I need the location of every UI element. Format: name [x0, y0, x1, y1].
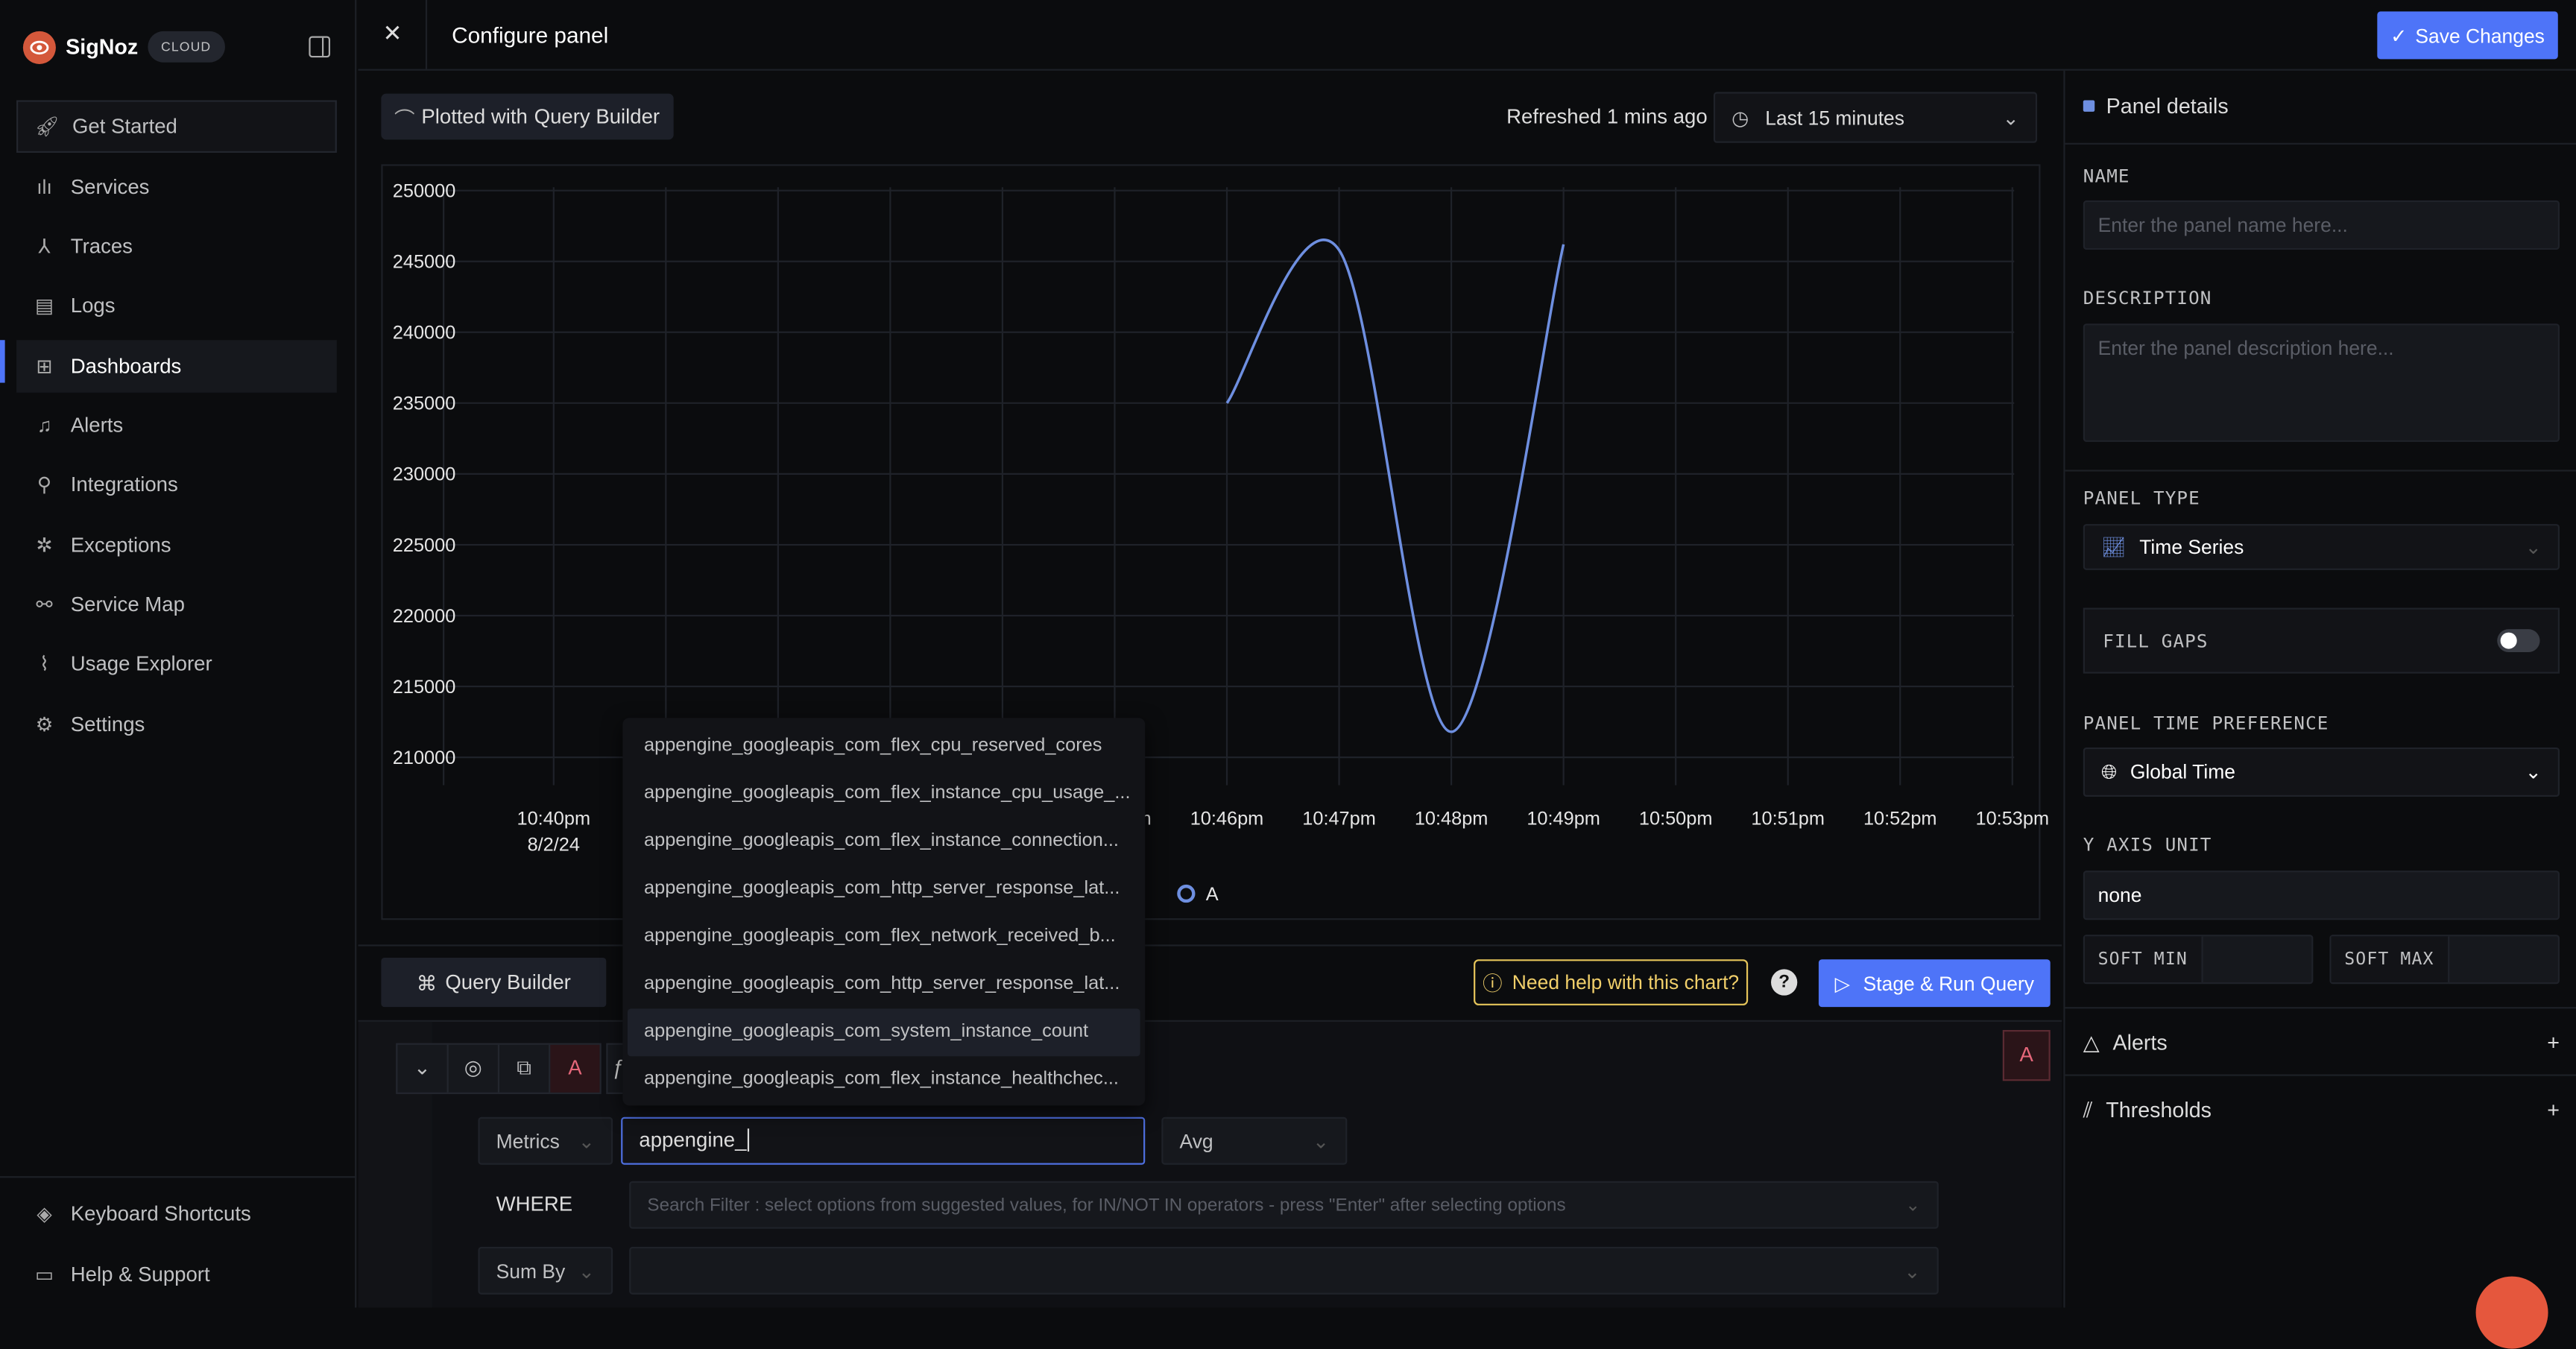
y-axis-unit-label: Y AXIS UNIT: [2083, 834, 2212, 856]
y-tick-label: 210000: [393, 748, 456, 768]
metric-option[interactable]: appengine_googleapis_com_flex_network_re…: [628, 913, 1140, 961]
metric-option[interactable]: appengine_googleapis_com_system_instance…: [627, 1008, 1140, 1057]
right-panel: Panel details NAME Enter the panel name …: [2063, 70, 2576, 1349]
query-name-badge[interactable]: A: [550, 1044, 600, 1093]
group-by-input[interactable]: ⌄: [629, 1246, 1939, 1295]
metric-name-input[interactable]: appengine_: [621, 1116, 1146, 1165]
time-preference-label: PANEL TIME PREFERENCE: [2083, 713, 2329, 735]
y-tick-label: 225000: [393, 535, 456, 556]
panel-details-title: Panel details: [2106, 93, 2229, 119]
panel-description-input[interactable]: Enter the panel description here...: [2083, 323, 2560, 442]
layers-icon: ◈: [37, 1202, 52, 1226]
legend-label: A: [1206, 884, 1219, 905]
y-axis-unit-input[interactable]: none: [2083, 871, 2560, 920]
soft-max-input[interactable]: SOFT MAX: [2329, 935, 2560, 985]
x-tick-label: 10:52pm: [1863, 808, 1937, 829]
play-icon: ▷: [1834, 971, 1850, 995]
panel-type-label: PANEL TYPE: [2083, 487, 2200, 510]
tab-query-builder[interactable]: ⌘ Query Builder: [381, 957, 607, 1008]
alerts-section[interactable]: △ Alerts +: [2083, 1030, 2560, 1056]
metric-option[interactable]: appengine_googleapis_com_flex_cpu_reserv…: [628, 723, 1140, 771]
plus-icon[interactable]: +: [2547, 1097, 2560, 1123]
x-tick-label: 10:51pm: [1751, 808, 1825, 829]
x-date-label: 8/2/24: [528, 835, 580, 856]
metric-option[interactable]: appengine_googleapis_com_flex_instance_h…: [628, 1056, 1140, 1104]
thresholds-icon: ⫽: [2083, 1097, 2093, 1122]
metric-option[interactable]: appengine_googleapis_com_flex_instance_c…: [628, 771, 1140, 818]
panel-details-marker: [2083, 100, 2095, 112]
y-tick-label: 230000: [393, 464, 456, 485]
where-label: WHERE: [496, 1192, 573, 1216]
globe-icon: 🌐︎: [2101, 759, 2118, 783]
chevron-down-icon: ⌄: [1904, 1259, 1921, 1283]
y-tick-label: 245000: [393, 252, 456, 273]
question-circle-icon: ⓘ: [1483, 971, 1503, 995]
data-source-select[interactable]: Metrics ⌄: [478, 1116, 613, 1165]
metric-option[interactable]: appengine_googleapis_com_http_server_res…: [628, 961, 1140, 1008]
where-filter-input[interactable]: Search Filter : select options from sugg…: [629, 1181, 1939, 1229]
x-tick-label: 10:47pm: [1302, 808, 1376, 829]
message-icon: ▭: [35, 1263, 54, 1286]
y-tick-label: 220000: [393, 606, 456, 627]
help-icon[interactable]: ?: [1771, 969, 1798, 996]
y-tick-label: 215000: [393, 677, 456, 698]
name-label: NAME: [2083, 165, 2130, 188]
query-builder-icon: ⌘: [416, 971, 438, 995]
copy-icon[interactable]: ⧉: [499, 1044, 551, 1093]
time-preference-select[interactable]: 🌐︎ Global Time ⌄: [2083, 747, 2560, 797]
x-tick-label: 10:40pm: [517, 808, 590, 829]
soft-min-input[interactable]: SOFT MIN: [2083, 935, 2314, 985]
formula-badge[interactable]: A: [2002, 1029, 2051, 1081]
group-by-operator-select[interactable]: Sum By ⌄: [478, 1246, 613, 1295]
y-tick-label: 240000: [393, 323, 456, 344]
chevron-down-icon: ⌄: [2525, 760, 2542, 784]
x-tick-label: 10:49pm: [1527, 808, 1600, 829]
x-tick-label: 10:53pm: [1976, 808, 2050, 829]
chevron-down-icon: ⌄: [1312, 1129, 1330, 1153]
aggregation-select[interactable]: Avg ⌄: [1161, 1116, 1348, 1165]
chevron-down-icon: ⌄: [1905, 1195, 1921, 1216]
fill-gaps-toggle[interactable]: [2497, 629, 2540, 653]
chevron-down-icon: ⌄: [578, 1129, 595, 1153]
save-changes-button[interactable]: ✓ Save Changes: [2377, 11, 2558, 60]
panel-type-select[interactable]: 📈︎ Time Series ⌄: [2083, 524, 2560, 570]
fill-gaps-row: FILL GAPS: [2083, 607, 2560, 674]
metric-option[interactable]: appengine_googleapis_com_http_server_res…: [628, 866, 1140, 914]
line-chart-icon: 📈︎: [2101, 535, 2127, 559]
description-label: DESCRIPTION: [2083, 287, 2212, 309]
chevron-down-icon: ⌄: [578, 1259, 595, 1283]
sidebar-item-keyboard-shortcuts[interactable]: ◈ Keyboard Shortcuts: [16, 1188, 337, 1241]
legend-marker: [1177, 884, 1196, 903]
chevron-down-icon: ⌄: [2525, 535, 2542, 559]
query-actions: ⌄ ◎ ⧉ A: [396, 1043, 602, 1094]
check-icon: ✓: [2390, 23, 2408, 47]
metric-suggestions-dropdown: appengine_googleapis_com_flex_cpu_reserv…: [622, 718, 1146, 1106]
sidebar-item-help-support[interactable]: ▭ Help & Support: [16, 1248, 337, 1301]
alert-triangle-icon: △: [2083, 1029, 2100, 1055]
metric-option[interactable]: appengine_googleapis_com_flex_instance_c…: [628, 818, 1140, 866]
x-tick-label: 10:48pm: [1415, 808, 1489, 829]
panel-name-input[interactable]: Enter the panel name here...: [2083, 200, 2560, 250]
y-tick-label: 250000: [393, 180, 456, 201]
eye-icon[interactable]: ◎: [449, 1044, 500, 1093]
y-tick-label: 235000: [393, 394, 456, 414]
collapse-query-icon[interactable]: ⌄: [397, 1044, 449, 1093]
plus-icon[interactable]: +: [2547, 1030, 2560, 1056]
x-tick-label: 10:50pm: [1639, 808, 1713, 829]
help-chart-button[interactable]: ⓘ Need help with this chart?: [1474, 959, 1749, 1005]
x-tick-label: 10:46pm: [1190, 808, 1264, 829]
stage-run-query-button[interactable]: ▷ Stage & Run Query: [1818, 959, 2051, 1008]
chat-support-button[interactable]: [2475, 1276, 2548, 1349]
thresholds-section[interactable]: ⫽ Thresholds +: [2083, 1097, 2560, 1123]
series-line-A: [1225, 238, 1565, 733]
